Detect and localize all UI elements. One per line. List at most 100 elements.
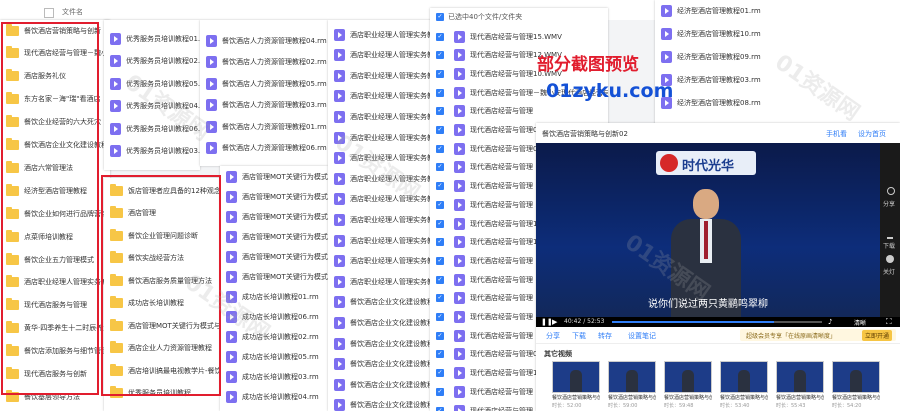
file-row[interactable]: 成功店长培训教程05.rm	[220, 348, 328, 365]
file-row[interactable]: 优秀服务员培训教程03.rm	[104, 143, 200, 160]
check-icon[interactable]: ✓	[436, 13, 444, 21]
check-icon[interactable]: ✓	[436, 144, 444, 153]
video-thumbnail[interactable]	[832, 361, 880, 393]
video-thumbnail[interactable]	[552, 361, 600, 393]
file-row[interactable]: 优秀服务员培训教程06.rm	[104, 120, 200, 137]
file-row[interactable]: 餐饮酒店人力资源管理教程06.rm	[200, 140, 328, 157]
check-icon[interactable]: ✓	[436, 69, 444, 78]
file-row[interactable]: ✓ 现代酒店经营与管理	[430, 103, 608, 120]
file-row[interactable]: 酒店职业经理人管理实务教程06	[328, 232, 436, 249]
file-row[interactable]: 餐饮酒店人力资源管理教程04.rm	[200, 32, 328, 49]
video-thumbnail[interactable]	[608, 361, 656, 393]
file-row[interactable]: 餐饮酒店企业文化建设教程02	[328, 314, 436, 331]
check-icon[interactable]: ✓	[436, 51, 444, 60]
file-row[interactable]: 经济型酒店管理教程09.rm	[655, 48, 900, 65]
side-download-label[interactable]: 下载	[883, 241, 895, 250]
light-icon[interactable]	[886, 255, 894, 263]
file-row[interactable]: 成功店长培训教程03.rm	[220, 368, 328, 385]
file-row[interactable]: 酒店职业经理人管理实务教程01	[328, 211, 436, 228]
check-icon[interactable]: ✓	[436, 406, 444, 411]
file-row[interactable]: 餐饮酒店企业文化建设教程01	[328, 294, 436, 311]
file-row[interactable]: ✓ 现代酒店经营与管理15.WMV	[430, 28, 608, 45]
video-frame[interactable]: 时代光华 说你们说过两只黄鹂鸣翠柳	[536, 143, 880, 317]
file-row[interactable]: 成功店长培训教程04.rm	[220, 388, 328, 405]
file-row[interactable]: 酒店管理MOT关键行为模式与客服	[220, 208, 328, 225]
file-row[interactable]: 优秀服务员培训教程01.rm	[104, 30, 200, 47]
progress-bar[interactable]	[612, 321, 822, 323]
file-row[interactable]: 酒店职业经理人管理实务教程	[328, 26, 436, 43]
side-share-label[interactable]: 分享	[883, 199, 895, 208]
select-all-checkbox[interactable]	[44, 8, 54, 18]
check-icon[interactable]: ✓	[436, 182, 444, 191]
thumbnail-caption[interactable]: 餐饮酒店营销策略与创	[776, 394, 824, 401]
file-row[interactable]: 酒店职业经理人管理实务教程05	[328, 129, 436, 146]
file-row[interactable]: 成功店长培训教程06.rm	[220, 308, 328, 325]
fullscreen-icon[interactable]: ⛶	[886, 317, 892, 327]
file-row[interactable]: 餐饮酒店企业文化建设教程06	[328, 397, 436, 411]
set-home-link[interactable]: 设为首页	[858, 129, 886, 139]
thumbnail-caption[interactable]: 餐饮酒店营销策略与创	[608, 394, 656, 401]
share-button[interactable]: 分享	[546, 331, 560, 341]
download-icon[interactable]	[887, 231, 893, 239]
file-row[interactable]: 酒店职业经理人管理实务教程04	[328, 170, 436, 187]
file-row[interactable]: 酒店职业经理人管理实务教程	[328, 47, 436, 64]
thumbnail-caption[interactable]: 餐饮酒店营销策略与创	[832, 394, 880, 401]
file-row[interactable]: 酒店管理MOT关键行为模式与客服	[220, 268, 328, 285]
file-row[interactable]: 酒店职业经理人管理实务教程02	[328, 191, 436, 208]
file-row[interactable]: 酒店管理MOT关键行为模式与客服	[220, 188, 328, 205]
file-row[interactable]: 经济型酒店管理教程01.rm	[655, 2, 900, 19]
note-button[interactable]: 设置笔记	[628, 331, 656, 341]
quality-selector[interactable]: 清晰	[854, 318, 866, 327]
vip-open-button[interactable]: 立即开通	[862, 330, 893, 341]
file-row[interactable]: 餐饮酒店人力资源管理教程01.rm	[200, 118, 328, 135]
check-icon[interactable]: ✓	[436, 313, 444, 321]
check-icon[interactable]: ✓	[436, 88, 444, 97]
check-icon[interactable]: ✓	[436, 256, 444, 265]
file-row[interactable]: 酒店管理MOT关键行为模式与客服	[220, 168, 328, 185]
file-row[interactable]: 餐饮酒店人力资源管理教程03.rm	[200, 97, 328, 114]
file-row[interactable]: 餐饮酒店企业文化建设教程05	[328, 376, 436, 393]
file-row[interactable]: 酒店职业经理人管理实务教程11	[328, 88, 436, 105]
video-thumbnail[interactable]	[720, 361, 768, 393]
thumbnail-caption[interactable]: 餐饮酒店营销策略与创	[664, 394, 712, 401]
file-row[interactable]: 餐饮酒店企业文化建设教程04	[328, 356, 436, 373]
check-icon[interactable]: ✓	[436, 163, 444, 172]
file-row[interactable]: 酒店职业经理人管理实务教程10	[328, 67, 436, 84]
file-row[interactable]: 餐饮酒店企业文化建设教程03	[328, 335, 436, 352]
file-row[interactable]: 酒店职业经理人管理实务教程08	[328, 253, 436, 270]
check-icon[interactable]: ✓	[436, 275, 444, 284]
file-row[interactable]: 酒店职业经理人管理实务教程12	[328, 108, 436, 125]
play-pause-icon[interactable]: ❚❚	[541, 318, 553, 326]
file-row[interactable]: 成功店长培训教程02.rm	[220, 328, 328, 345]
file-row[interactable]: 餐饮酒店人力资源管理教程02.rm	[200, 54, 328, 71]
check-icon[interactable]: ✓	[436, 126, 444, 134]
check-icon[interactable]: ✓	[436, 107, 444, 116]
save-to-drive-button[interactable]: 转存	[598, 331, 612, 341]
check-icon[interactable]: ✓	[436, 294, 444, 303]
file-row[interactable]: 酒店管理MOT关键行为模式与客服	[220, 228, 328, 245]
video-thumbnail[interactable]	[664, 361, 712, 393]
share-icon[interactable]	[887, 187, 895, 195]
volume-icon[interactable]: ♪	[828, 318, 832, 326]
file-row[interactable]: 餐饮酒店人力资源管理教程05.rm	[200, 75, 328, 92]
file-row[interactable]: 酒店管理MOT关键行为模式与客服	[220, 248, 328, 265]
side-light-label[interactable]: 关灯	[883, 267, 895, 276]
download-button[interactable]: 下载	[572, 331, 586, 341]
file-row[interactable]: 经济型酒店管理教程08.rm	[655, 94, 900, 111]
thumbnail-caption[interactable]: 餐饮酒店营销策略与创	[720, 394, 768, 401]
file-row[interactable]: 优秀服务员培训教程04.rm	[104, 98, 200, 115]
file-row[interactable]: 酒店职业经理人管理实务教程07	[328, 150, 436, 167]
mobile-view-link[interactable]: 手机看	[826, 129, 847, 139]
next-icon[interactable]: ▶	[552, 318, 557, 326]
column-header-filename[interactable]: 文件名	[62, 7, 83, 17]
file-row[interactable]: 成功店长培训教程01.rm	[220, 288, 328, 305]
file-row[interactable]: 优秀服务员培训教程05.rm	[104, 75, 200, 92]
file-row[interactable]: 酒店职业经理人管理实务教程09	[328, 273, 436, 290]
thumbnail-caption[interactable]: 餐饮酒店营销策略与创	[552, 394, 600, 401]
video-thumbnail[interactable]	[776, 361, 824, 393]
check-icon[interactable]: ✓	[436, 369, 444, 378]
file-row[interactable]: 经济型酒店管理教程03.rm	[655, 71, 900, 88]
check-icon[interactable]: ✓	[436, 32, 444, 41]
check-icon[interactable]: ✓	[436, 331, 444, 340]
check-icon[interactable]: ✓	[436, 200, 444, 209]
